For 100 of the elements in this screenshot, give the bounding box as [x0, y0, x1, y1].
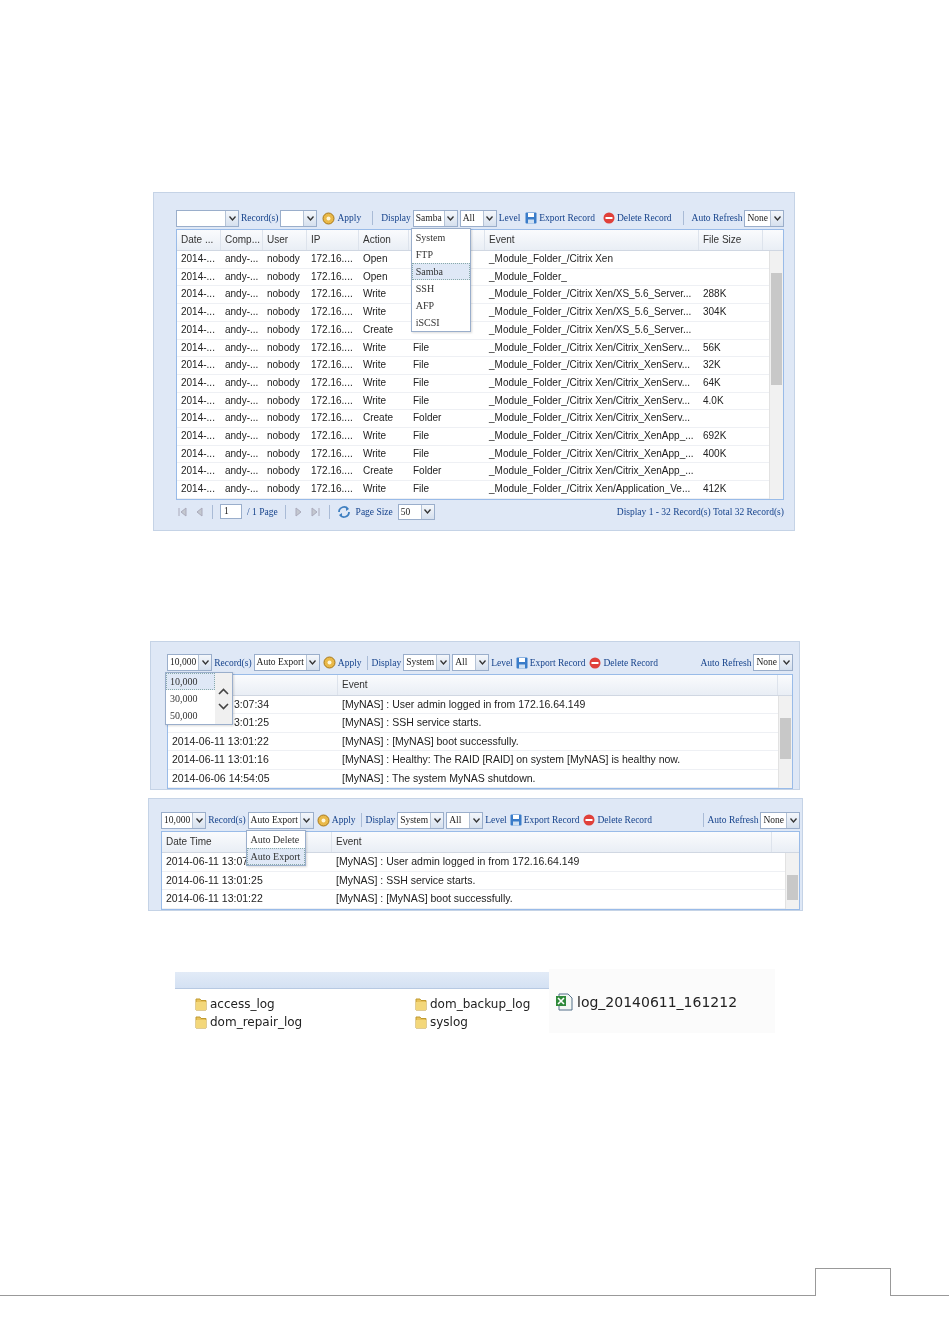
- page-field[interactable]: 1: [220, 504, 242, 520]
- delete-record-button[interactable]: Delete Record: [599, 212, 675, 224]
- caret-icon[interactable]: [782, 660, 790, 666]
- caret-icon[interactable]: [195, 817, 203, 823]
- dropdown-field[interactable]: [176, 209, 239, 227]
- table-cell: 64K: [703, 376, 721, 388]
- table-cell: 2014-06-06 14:54:05: [172, 771, 270, 784]
- table-cell: 2014-...: [181, 359, 215, 371]
- table-cell: _Module_Folder_/Citrix Xen/Citrix_XenApp_...: [489, 447, 694, 459]
- table-cell: _Module_Folder_/Citrix Xen: [489, 253, 613, 264]
- caret-icon[interactable]: [306, 215, 314, 221]
- caret-icon[interactable]: [789, 817, 797, 823]
- table-cell: 172.16....: [311, 253, 353, 264]
- caret-icon[interactable]: [424, 509, 432, 515]
- table-cell: _Module_Folder_: [489, 270, 567, 282]
- dropdown-field[interactable]: All: [459, 209, 497, 227]
- table-cell: nobody: [267, 483, 300, 495]
- scrollbar[interactable]: [769, 251, 783, 499]
- refresh-icon[interactable]: [336, 504, 351, 519]
- apply-button[interactable]: Apply: [319, 211, 365, 225]
- dropdown-field[interactable]: All: [446, 811, 484, 829]
- table-cell: 172.16....: [311, 323, 353, 335]
- column-header[interactable]: Event: [338, 674, 778, 695]
- table-cell: [MyNAS] : User admin logged in from 172.16.64.149: [336, 855, 580, 868]
- caret-icon[interactable]: [773, 215, 781, 221]
- dropdown-option[interactable]: Samba: [411, 262, 470, 280]
- folder-icon: [415, 1014, 427, 1029]
- dropdown-field[interactable]: 10,000: [161, 811, 207, 829]
- table-cell: andy-...: [225, 341, 259, 353]
- dropdown-option[interactable]: SSH: [411, 279, 470, 297]
- dropdown-option[interactable]: AFP: [411, 296, 470, 314]
- table-cell: nobody: [267, 341, 300, 353]
- dropdown-option[interactable]: Auto Delete: [246, 830, 305, 848]
- toolbar-label: Display: [365, 815, 396, 826]
- delete-record-button[interactable]: Delete Record: [588, 656, 660, 669]
- caret-icon[interactable]: [433, 817, 441, 823]
- scrollbar[interactable]: [778, 695, 792, 789]
- dropdown-field[interactable]: System: [397, 811, 445, 829]
- folder-item[interactable]: dom_backup_log: [415, 996, 549, 1011]
- dropdown-field[interactable]: System: [403, 654, 451, 672]
- column-header[interactable]: User: [263, 230, 307, 250]
- table-cell: 172.16....: [311, 465, 353, 477]
- caret-icon[interactable]: [309, 660, 317, 666]
- table-cell: andy-...: [225, 359, 259, 371]
- table-cell: andy-...: [225, 306, 259, 318]
- column-header[interactable]: IP: [307, 230, 359, 250]
- caret-icon[interactable]: [228, 215, 236, 221]
- dropdown-option[interactable]: FTP: [411, 245, 470, 263]
- dropdown-option[interactable]: iSCSI: [411, 313, 470, 331]
- caret-icon[interactable]: [478, 660, 486, 666]
- folder-item[interactable]: syslog: [415, 1014, 549, 1029]
- caret-icon[interactable]: [472, 817, 480, 823]
- column-header[interactable]: Action: [359, 230, 409, 250]
- delete-icon: [589, 656, 602, 669]
- dropdown-field[interactable]: None: [753, 654, 793, 672]
- table-cell: 2014-...: [181, 376, 215, 388]
- delete-record-button[interactable]: Delete Record: [582, 814, 654, 827]
- folder-item[interactable]: access_log: [195, 996, 415, 1011]
- folder-icon: [195, 996, 207, 1011]
- dropdown-field[interactable]: Samba: [412, 209, 458, 227]
- table-cell: 2014-...: [181, 394, 215, 406]
- dropdown-field[interactable]: [280, 209, 318, 227]
- column-header[interactable]: File Size: [699, 230, 763, 250]
- scroll-down-icon[interactable]: [218, 702, 229, 710]
- scroll-up-icon[interactable]: [218, 687, 229, 695]
- dropdown-field[interactable]: Auto Export: [247, 811, 314, 829]
- column-header[interactable]: Event: [332, 832, 772, 853]
- folder-item[interactable]: dom_repair_log: [195, 1014, 415, 1029]
- dropdown-field[interactable]: None: [760, 811, 800, 829]
- caret-icon[interactable]: [303, 817, 311, 823]
- export-record-button[interactable]: Export Record: [522, 212, 598, 224]
- page-size-field[interactable]: 50: [397, 503, 435, 520]
- table-cell: File: [413, 447, 430, 459]
- dropdown-field[interactable]: Auto Export: [253, 654, 320, 672]
- table-cell: nobody: [267, 288, 300, 300]
- caret-icon[interactable]: [439, 660, 447, 666]
- dropdown-option[interactable]: Auto Export: [246, 847, 305, 865]
- dropdown-option[interactable]: 50,000: [166, 707, 215, 725]
- export-record-button[interactable]: Export Record: [514, 656, 587, 669]
- scrollbar[interactable]: [785, 853, 799, 909]
- dropdown-option[interactable]: 30,000: [166, 690, 215, 708]
- dropdown-field[interactable]: None: [744, 209, 785, 227]
- column-header[interactable]: Event: [485, 230, 699, 250]
- caret-icon[interactable]: [447, 215, 455, 221]
- table-cell: Write: [363, 394, 387, 406]
- table-cell: _Module_Folder_/Citrix Xen/XS_5.6_Server...: [489, 306, 692, 318]
- dropdown-field[interactable]: 10,000: [167, 654, 213, 672]
- dropdown-option[interactable]: System: [411, 228, 470, 246]
- table-cell: andy-...: [225, 430, 259, 442]
- dropdown-field[interactable]: All: [452, 654, 490, 672]
- toolbar-label: Record(s): [208, 815, 246, 826]
- apply-button[interactable]: Apply: [315, 813, 357, 827]
- caret-icon[interactable]: [201, 660, 209, 666]
- column-header[interactable]: Comp...: [221, 230, 263, 250]
- export-record-button[interactable]: Export Record: [508, 814, 581, 827]
- caret-icon[interactable]: [486, 215, 494, 221]
- dropdown-option[interactable]: 10,000: [166, 673, 215, 691]
- apply-button[interactable]: Apply: [321, 656, 363, 670]
- column-header[interactable]: Date ...: [177, 230, 221, 250]
- table-cell: _Module_Folder_/Citrix Xen/Citrix_XenApp_...: [489, 465, 694, 477]
